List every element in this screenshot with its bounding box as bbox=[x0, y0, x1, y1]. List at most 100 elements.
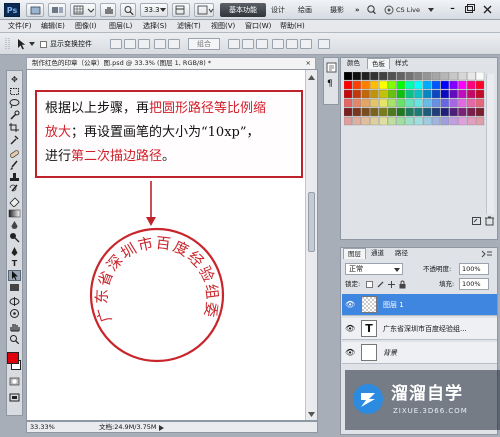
swatch[interactable] bbox=[344, 98, 353, 108]
gradient-tool[interactable] bbox=[8, 208, 21, 219]
swatch[interactable] bbox=[396, 107, 405, 117]
swatch[interactable] bbox=[458, 72, 467, 81]
swatch[interactable] bbox=[344, 89, 353, 99]
marquee-tool[interactable] bbox=[8, 86, 21, 97]
swatch[interactable] bbox=[467, 89, 476, 99]
swatch[interactable] bbox=[467, 107, 476, 117]
lock-pixels-icon[interactable] bbox=[376, 280, 385, 289]
close-window-button[interactable] bbox=[480, 2, 495, 17]
panel-menu-icon[interactable] bbox=[481, 250, 493, 258]
swatch[interactable] bbox=[344, 107, 353, 117]
swatch[interactable] bbox=[467, 80, 476, 90]
swatch[interactable] bbox=[423, 89, 432, 99]
foreground-color-chip[interactable] bbox=[7, 352, 19, 364]
zoom-tool[interactable] bbox=[8, 334, 21, 345]
history-brush-tool[interactable] bbox=[8, 184, 21, 195]
swatch[interactable] bbox=[414, 107, 423, 117]
swatch[interactable] bbox=[405, 116, 414, 126]
swatch[interactable] bbox=[440, 89, 449, 99]
layer-row[interactable]: 👁 背景 bbox=[342, 342, 497, 364]
swatch[interactable] bbox=[475, 89, 485, 99]
distribute-left-button[interactable] bbox=[272, 39, 284, 49]
swatch[interactable] bbox=[370, 116, 379, 126]
swatch[interactable] bbox=[370, 98, 379, 108]
swatch[interactable] bbox=[440, 72, 449, 81]
menu-select[interactable]: 选择(S) bbox=[143, 21, 167, 32]
swatch[interactable] bbox=[431, 107, 441, 117]
swatch[interactable] bbox=[458, 116, 467, 126]
swatch[interactable] bbox=[440, 107, 449, 117]
zoom-tool-button[interactable] bbox=[120, 3, 136, 17]
swatch[interactable] bbox=[379, 72, 388, 81]
swatch[interactable] bbox=[396, 72, 405, 81]
swatch[interactable] bbox=[352, 107, 361, 117]
workspace-photography-link[interactable]: 摄影 bbox=[330, 4, 344, 16]
hand-button[interactable] bbox=[100, 3, 116, 17]
document-tab[interactable]: 制作红色的印章（公章）图.psd @ 33.3% (图层 1, RGB/8) *… bbox=[26, 57, 316, 69]
swatch[interactable] bbox=[396, 98, 405, 108]
canvas-vertical-scrollbar[interactable] bbox=[305, 70, 317, 420]
opacity-field[interactable]: 100% bbox=[459, 263, 489, 275]
align-hcenter-button[interactable] bbox=[168, 39, 180, 49]
menu-file[interactable]: 文件(F) bbox=[8, 21, 32, 32]
minibridge-button[interactable] bbox=[48, 3, 66, 17]
swatch[interactable] bbox=[405, 80, 414, 90]
swatch[interactable] bbox=[449, 116, 458, 126]
eyedropper-tool[interactable] bbox=[8, 134, 21, 145]
swatch[interactable] bbox=[475, 72, 485, 81]
lock-transparency-button[interactable] bbox=[366, 281, 373, 288]
swatch[interactable] bbox=[370, 80, 379, 90]
trash-icon[interactable] bbox=[484, 216, 495, 226]
swatch[interactable] bbox=[423, 80, 432, 90]
eraser-tool[interactable] bbox=[8, 196, 21, 208]
swatch[interactable] bbox=[379, 80, 388, 90]
swatch[interactable] bbox=[431, 80, 441, 90]
tab-styles[interactable]: 样式 bbox=[391, 58, 412, 69]
menu-filter[interactable]: 滤镜(T) bbox=[177, 21, 201, 32]
swatch[interactable] bbox=[458, 89, 467, 99]
distribute-bottom-button[interactable] bbox=[256, 39, 268, 49]
tab-channels[interactable]: 通道 bbox=[367, 248, 388, 259]
swatch[interactable] bbox=[344, 80, 353, 90]
scroll-up-arrow[interactable] bbox=[308, 74, 315, 80]
swatch[interactable] bbox=[405, 89, 414, 99]
search-icon[interactable] bbox=[366, 4, 376, 16]
swatch[interactable] bbox=[475, 107, 485, 117]
swatch[interactable] bbox=[370, 107, 379, 117]
swatch[interactable] bbox=[352, 89, 361, 99]
eye-icon[interactable]: 👁 bbox=[345, 348, 355, 357]
blend-mode-select[interactable]: 正常 bbox=[345, 263, 403, 275]
zoom-level-field[interactable]: 33.3 bbox=[140, 3, 168, 17]
clone-stamp-tool[interactable] bbox=[8, 172, 21, 183]
swatch[interactable] bbox=[467, 116, 476, 126]
pen-tool[interactable] bbox=[8, 246, 21, 257]
tab-swatches[interactable]: 色板 bbox=[367, 58, 390, 69]
swatch[interactable] bbox=[387, 72, 397, 81]
menu-layer[interactable]: 图层(L) bbox=[109, 21, 132, 32]
align-top-button[interactable] bbox=[110, 39, 122, 49]
swatch[interactable] bbox=[458, 107, 467, 117]
swatch[interactable] bbox=[405, 107, 414, 117]
swatch[interactable] bbox=[475, 116, 485, 126]
swatch[interactable] bbox=[344, 72, 353, 81]
swatch-grid[interactable] bbox=[344, 72, 494, 128]
swatch[interactable] bbox=[458, 98, 467, 108]
status-menu-arrow-icon[interactable] bbox=[159, 425, 164, 431]
swatch[interactable] bbox=[467, 72, 476, 81]
zoom-percentage[interactable]: 33.33% bbox=[30, 422, 55, 432]
type-tool[interactable]: T bbox=[8, 258, 21, 269]
distribute-hcenter-button[interactable] bbox=[286, 39, 298, 49]
swatch[interactable] bbox=[396, 89, 405, 99]
swatch[interactable] bbox=[423, 72, 432, 81]
menu-window[interactable]: 窗口(W) bbox=[245, 21, 271, 32]
brush-tool[interactable] bbox=[8, 160, 21, 171]
distribute-vcenter-button[interactable] bbox=[242, 39, 254, 49]
paragraph-panel-icon[interactable]: ¶ bbox=[327, 78, 333, 90]
swatch[interactable] bbox=[387, 98, 397, 108]
3d-rotate-tool[interactable] bbox=[8, 296, 21, 307]
tab-paths[interactable]: 路径 bbox=[391, 248, 412, 259]
swatch[interactable] bbox=[379, 107, 388, 117]
new-swatch-icon[interactable] bbox=[471, 216, 482, 226]
swatch[interactable] bbox=[370, 72, 379, 81]
swatch[interactable] bbox=[431, 98, 441, 108]
